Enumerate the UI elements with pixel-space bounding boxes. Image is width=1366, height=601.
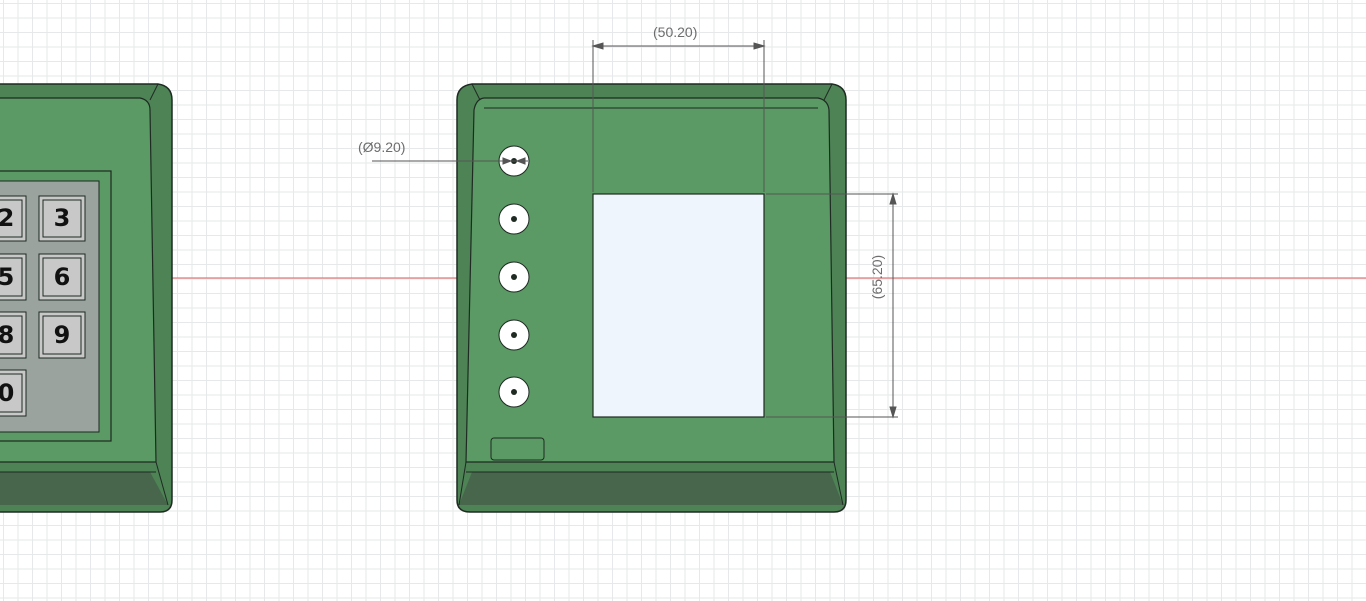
display-enclosure-bottom-bevel bbox=[459, 472, 843, 505]
led-5-center bbox=[511, 389, 517, 395]
key-5-label: 5 bbox=[0, 263, 15, 291]
key-9-label: 9 bbox=[53, 321, 71, 349]
key-2-label: 2 bbox=[0, 204, 15, 232]
key-0-label: 0 bbox=[0, 379, 15, 407]
dim-width-label[interactable]: (50.20) bbox=[653, 24, 697, 40]
dim-height-arrow-top bbox=[889, 192, 897, 205]
dim-width-arrow-right bbox=[753, 42, 766, 50]
led-3-center bbox=[511, 274, 517, 280]
key-6-label: 6 bbox=[53, 263, 71, 291]
key-3-label: 3 bbox=[53, 204, 71, 232]
key-8-label: 8 bbox=[0, 321, 15, 349]
dim-height-arrow-bottom bbox=[889, 406, 897, 419]
dim-height-label[interactable]: (65.20) bbox=[869, 247, 885, 307]
dim-width-arrow-left bbox=[591, 42, 604, 50]
dim-diameter-label[interactable]: (Ø9.20) bbox=[358, 139, 405, 155]
dimension-diameter[interactable] bbox=[372, 157, 528, 165]
scene-svg bbox=[0, 40, 1366, 513]
keypad-enclosure-bottom-bevel bbox=[0, 472, 168, 505]
screen-window[interactable] bbox=[592, 193, 765, 418]
led-2-center bbox=[511, 216, 517, 222]
slot-cutout[interactable] bbox=[490, 437, 545, 461]
led-4-center bbox=[511, 332, 517, 338]
cad-viewport[interactable]: 2 3 5 6 8 9 0 (50.20) (Ø9.20) (65.20) bbox=[0, 0, 1366, 601]
